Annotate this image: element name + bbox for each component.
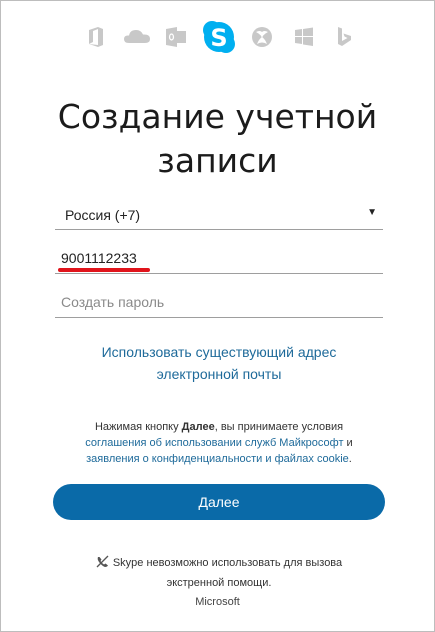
page-title-line2: записи bbox=[157, 141, 278, 180]
terms-of-use-link[interactable]: соглашения об использовании служб Майкро… bbox=[85, 437, 343, 449]
red-underline-annotation bbox=[58, 268, 150, 272]
app-icon-bar: S bbox=[1, 19, 434, 55]
emergency-line1: Skype невозможно использовать для вызова bbox=[112, 557, 343, 569]
svg-text:S: S bbox=[210, 24, 227, 52]
footer-brand: Microsoft bbox=[195, 596, 240, 608]
no-emergency-phone-icon bbox=[96, 555, 109, 568]
use-existing-email-link[interactable]: Использовать существующий адрес электрон… bbox=[61, 341, 377, 385]
page-title: Создание учетной записи bbox=[1, 95, 434, 183]
onedrive-icon[interactable] bbox=[123, 26, 151, 48]
office-icon[interactable] bbox=[85, 26, 107, 48]
privacy-statement-link[interactable]: заявления о конфиденциальности и файлах … bbox=[86, 453, 349, 465]
terms-prefix: Нажимая кнопку bbox=[94, 421, 182, 433]
country-select[interactable]: Россия (+7) ▼ bbox=[55, 197, 383, 230]
outlook-icon[interactable] bbox=[165, 26, 187, 48]
emergency-line2: экстренной помощи. bbox=[166, 577, 272, 589]
emergency-notice: Skype невозможно использовать для вызова… bbox=[61, 553, 377, 593]
terms-bold: Далее bbox=[181, 421, 215, 433]
windows-icon[interactable] bbox=[293, 26, 315, 48]
page-title-line1: Создание учетной bbox=[57, 97, 378, 136]
terms-mid: , вы принимаете условия bbox=[214, 421, 344, 433]
use-email-line1: Использовать существующий адрес bbox=[101, 344, 337, 360]
terms-end: . bbox=[348, 453, 352, 465]
xbox-icon[interactable] bbox=[251, 26, 273, 48]
next-button[interactable]: Далее bbox=[53, 484, 385, 520]
terms-and: и bbox=[343, 437, 353, 449]
terms-notice: Нажимая кнопку Далее, вы принимаете усло… bbox=[41, 419, 397, 467]
password-input[interactable] bbox=[61, 292, 371, 312]
use-email-line2: электронной почты bbox=[156, 366, 282, 382]
signup-window: S Создание учетной записи Россия (+7) ▼ … bbox=[0, 0, 435, 632]
dropdown-arrow-icon: ▼ bbox=[367, 207, 377, 218]
phone-input[interactable] bbox=[61, 248, 371, 268]
password-field bbox=[55, 285, 383, 318]
skype-icon[interactable]: S bbox=[201, 19, 237, 55]
country-select-value: Россия (+7) bbox=[65, 207, 141, 223]
bing-icon[interactable] bbox=[333, 26, 355, 48]
